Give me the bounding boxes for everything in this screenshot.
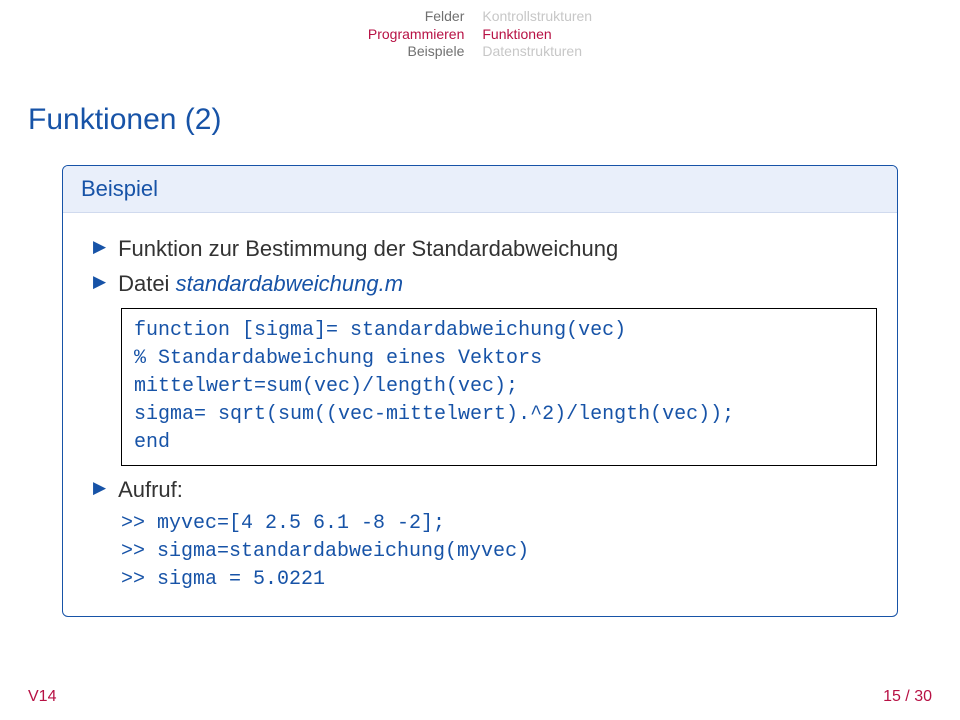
page-title: Funktionen (2) (0, 75, 960, 165)
triangle-icon: ▶ (93, 474, 106, 502)
footer-left: V14 (28, 688, 56, 706)
code-box: function [sigma]= standardabweichung(vec… (121, 308, 877, 466)
nav-item-felder[interactable]: Felder (368, 8, 464, 26)
block-title: Beispiel (63, 166, 897, 213)
nav-right-column: Kontrollstrukturen Funktionen Datenstruk… (482, 8, 592, 61)
bullet-2-text: Datei standardabweichung.m (118, 268, 877, 300)
bullet-2-prefix: Datei (118, 271, 175, 296)
example-block: Beispiel ▶ Funktion zur Bestimmung der S… (62, 165, 898, 618)
header-nav: Felder Programmieren Beispiele Kontrolls… (0, 0, 960, 75)
nav-item-kontrollstrukturen[interactable]: Kontrollstrukturen (482, 8, 592, 26)
bullet-3: ▶ Aufruf: (83, 474, 877, 506)
nav-item-funktionen[interactable]: Funktionen (482, 26, 592, 44)
bullet-1-text: Funktion zur Bestimmung der Standardabwe… (118, 233, 877, 265)
nav-item-datenstrukturen[interactable]: Datenstrukturen (482, 43, 592, 61)
nav-left-column: Felder Programmieren Beispiele (368, 8, 464, 61)
triangle-icon: ▶ (93, 268, 106, 296)
bullet-3-text: Aufruf: (118, 474, 877, 506)
triangle-icon: ▶ (93, 233, 106, 261)
footer-right: 15 / 30 (883, 688, 932, 706)
nav-item-beispiele[interactable]: Beispiele (368, 43, 464, 61)
footer: V14 15 / 30 (0, 688, 960, 706)
bullet-2: ▶ Datei standardabweichung.m (83, 268, 877, 300)
nav-item-programmieren[interactable]: Programmieren (368, 26, 464, 44)
call-output: >> myvec=[4 2.5 6.1 -8 -2]; >> sigma=sta… (121, 510, 877, 594)
block-body: ▶ Funktion zur Bestimmung der Standardab… (63, 213, 897, 617)
bullet-1: ▶ Funktion zur Bestimmung der Standardab… (83, 233, 877, 265)
bullet-2-filename: standardabweichung.m (176, 271, 403, 296)
